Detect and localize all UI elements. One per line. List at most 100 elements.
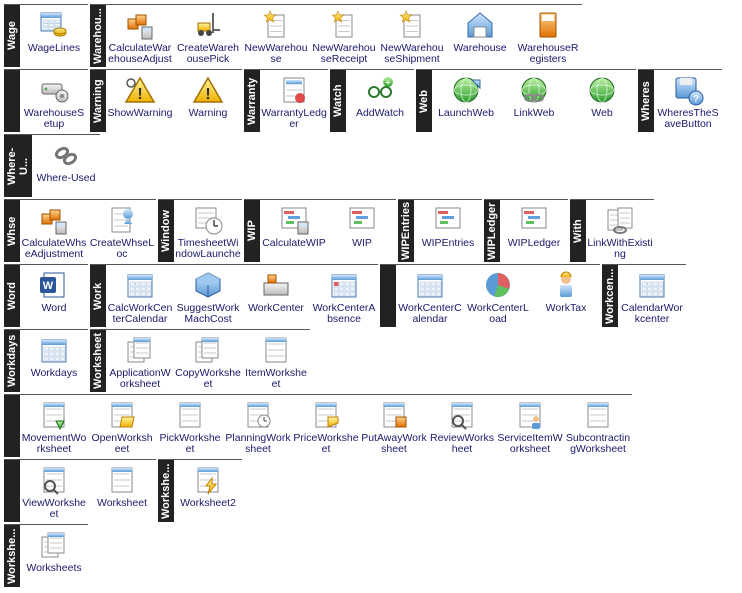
item-CreateWarehousePick[interactable]: CreateWarehousePick [174,5,242,67]
item-label: CopyWorksheet [175,368,241,390]
item-Workdays[interactable]: Workdays [20,330,88,392]
group-Wage: WageWageLines [4,4,88,67]
group-label: Wage [4,5,20,67]
item-label: LaunchWeb [433,108,499,119]
item-ApplicationWorksheet[interactable]: ApplicationWorksheet [106,330,174,392]
item-WarrantyLedger[interactable]: WarrantyLedger [260,70,328,132]
group-label: Watch [330,70,346,132]
item-label: WorkCenter [243,303,309,314]
item-Warning[interactable]: ! Warning [174,70,242,132]
group-WIP: WIPCalculateWIPWIP [244,199,396,262]
item-MovementWorksheet[interactable]: MovementWorksheet [20,395,88,457]
group-Warehou...: Warehou...CalculateWarehouseAdjustmentCr… [90,4,582,67]
item-label: OpenWorksheet [89,433,155,455]
item-WorkCenterAbsence[interactable]: WorkCenterAbsence [310,265,378,327]
item-label: NewWarehouseReceipt [311,43,377,65]
item-PriceWorksheet[interactable]: PriceWorksheet [292,395,360,457]
worksheets-icon [124,334,156,366]
item-WorkTax[interactable]: WorkTax [532,265,600,327]
item-Where-Used[interactable]: Where-Used [32,135,100,197]
item-NewWarehouseShipment[interactable]: NewWarehouseShipment [378,5,446,67]
item-ViewWorksheet[interactable]: ViewWorksheet [20,460,88,522]
item-CalculateWarehouseAdjustment[interactable]: CalculateWarehouseAdjustment [106,5,174,67]
item-ItemWorksheet[interactable]: ItemWorksheet [242,330,310,392]
item-PlanningWorksheet[interactable]: PlanningWorksheet [224,395,292,457]
group-label: Where-U... [4,135,32,197]
item-label: Warning [175,108,241,119]
item-WageLines[interactable]: WageLines [20,5,88,67]
item-WarehouseSetup[interactable]: WarehouseSetup [20,70,88,132]
item-label: ReviewWorksheet [429,433,495,455]
item-Worksheet[interactable]: Worksheet [88,460,156,522]
group-Worksheet: WorksheetApplicationWorksheetCopyWorkshe… [90,329,310,392]
worksheet-magnify-icon [38,464,70,496]
globe-icon [586,74,618,106]
item-CopyWorksheet[interactable]: CopyWorksheet [174,330,242,392]
group-label: WIPLedger [484,200,500,262]
item-WorkCenterLoad[interactable]: WorkCenterLoad [464,265,532,327]
item-Warehouse[interactable]: Warehouse [446,5,514,67]
item-WIPEntries[interactable]: WIPEntries [414,200,482,262]
doc-star-icon [396,9,428,41]
group-Warning: Warning!ShowWarning!Warning [90,69,242,132]
item-Word[interactable]: WWord [20,265,88,327]
svg-text:+: + [386,78,391,87]
item-label: PriceWorksheet [293,433,359,455]
item-LaunchWeb[interactable]: LaunchWeb [432,70,500,132]
group-label: Worksheet [90,330,106,392]
group-label [380,265,396,327]
item-TimesheetWindowLauncher[interactable]: TimesheetWindowLauncher [174,200,242,262]
server-gear-icon [38,74,70,106]
item-label: WorkCenterAbsence [311,303,377,325]
item-SubcontractingWorksheet[interactable]: SubcontractingWorksheet [564,395,632,457]
item-Worksheets[interactable]: Worksheets [20,525,88,587]
item-WheresTheSaveButton[interactable]: ?WheresTheSaveButton [654,70,722,132]
boxes-calc-icon [38,204,70,236]
group-label: Workcen... [602,265,618,327]
item-label: Workdays [21,368,87,379]
item-label: WorkCenterCalendar [397,303,463,325]
word-icon: W [38,269,70,301]
item-WIP[interactable]: WIP [328,200,396,262]
item-WarehouseRegisters[interactable]: WarehouseRegisters [514,5,582,67]
item-label: ItemWorksheet [243,368,309,390]
item-SuggestWorkMachCost[interactable]: SuggestWorkMachCost [174,265,242,327]
group-label: Web [416,70,432,132]
worksheet-magnify-icon [446,399,478,431]
item-Worksheet2[interactable]: Worksheet2 [174,460,242,522]
item-WorkCenter[interactable]: WorkCenter [242,265,310,327]
item-CalculateWIP[interactable]: CalculateWIP [260,200,328,262]
group-label: WIP [244,200,260,262]
item-ReviewWorksheet[interactable]: ReviewWorksheet [428,395,496,457]
group-label: Whse [4,200,20,262]
item-NewWarehouseReceipt[interactable]: NewWarehouseReceipt [310,5,378,67]
item-label: WorkTax [533,303,599,314]
item-PutAwayWorksheet[interactable]: PutAwayWorksheet [360,395,428,457]
item-label: WIP [329,238,395,249]
item-CalcWorkCenterCalendar[interactable]: CalcWorkCenterCalendar [106,265,174,327]
item-label: SubcontractingWorksheet [565,433,631,455]
item-label: Worksheet [89,498,155,509]
item-OpenWorksheet[interactable]: OpenWorksheet [88,395,156,457]
item-ShowWarning[interactable]: !ShowWarning [106,70,174,132]
warning-icon: ! [192,74,224,106]
item-PickWorksheet[interactable]: PickWorksheet [156,395,224,457]
item-label: WIPEntries [415,238,481,249]
worksheet-arrow-icon [38,399,70,431]
item-LinkWeb[interactable]: LinkWeb [500,70,568,132]
group-WIPEntries: WIPEntriesWIPEntries [398,199,482,262]
item-ServiceItemWorksheet[interactable]: ServiceItemWorksheet [496,395,564,457]
item-label: ShowWarning [107,108,173,119]
item-LinkWithExisting[interactable]: LinkWithExisting [586,200,654,262]
item-CalculateWhseAdjustment[interactable]: CalculateWhseAdjustment [20,200,88,262]
item-Web[interactable]: Web [568,70,636,132]
item-WorkCenterCalendar[interactable]: WorkCenterCalendar [396,265,464,327]
item-AddWatch[interactable]: +AddWatch [346,70,414,132]
item-NewWarehouse[interactable]: NewWarehouse [242,5,310,67]
item-CreateWhseLoc[interactable]: CreateWhseLoc [88,200,156,262]
item-WIPLedger[interactable]: WIPLedger [500,200,568,262]
calendar-center-icon [636,269,668,301]
group-Workshe...: Workshe...Worksheet2 [158,459,242,522]
gantt-calc-icon [278,204,310,236]
item-CalendarWorkcenter[interactable]: CalendarWorkcenter [618,265,686,327]
